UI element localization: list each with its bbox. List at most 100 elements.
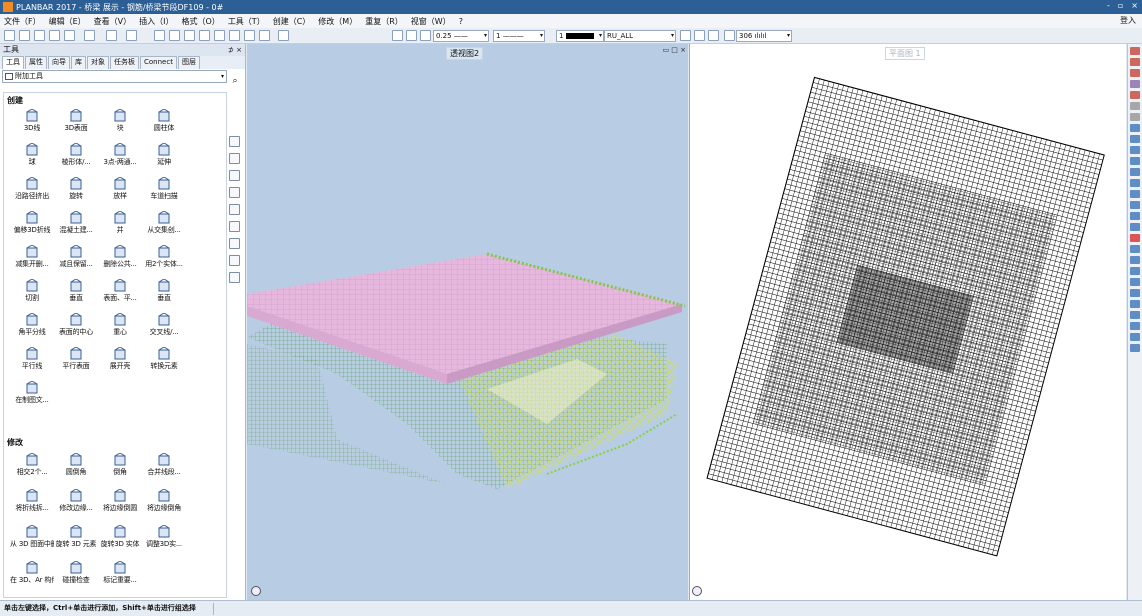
modify-tool-14[interactable]: 标记重要... [98,559,142,589]
right-tool-icon[interactable] [1130,91,1140,99]
create-tool-25[interactable]: 表面的中心 [54,311,98,341]
tab-tools[interactable]: 工具 [2,56,24,69]
tab-library[interactable]: 库 [71,56,86,69]
right-tool-icon[interactable] [1130,322,1140,330]
right-tool-icon[interactable] [1130,278,1140,286]
menu-format[interactable]: 格式（O） [178,16,224,27]
menu-file[interactable]: 文件（F） [0,16,45,27]
zoom-icon[interactable] [278,30,289,41]
layer-select[interactable]: RU_ALL ▾ [604,30,676,42]
right-tool-icon[interactable] [1130,223,1140,231]
tool-category-select[interactable]: 附加工具 ▾ [2,70,227,83]
layer-icon[interactable] [169,30,180,41]
right-tool-icon[interactable] [1130,234,1140,242]
navigation-sphere-icon[interactable] [251,586,261,596]
window-tool-icon[interactable] [229,30,240,41]
right-tool-icon[interactable] [1130,69,1140,77]
right-tool-icon[interactable] [1130,245,1140,253]
create-tool-17[interactable]: 减且保留... [54,243,98,273]
palette-tool-icon[interactable] [229,238,240,249]
modify-tool-13[interactable]: 碰撞检查 [54,559,98,589]
palette-tool-icon[interactable] [229,272,240,283]
create-tool-14[interactable]: 井 [98,209,142,239]
right-tool-icon[interactable] [1130,289,1140,297]
wall-icon[interactable] [184,30,195,41]
palette-tool-icon[interactable] [229,204,240,215]
modify-tool-2[interactable]: 倒角 [98,451,142,481]
tab-connect[interactable]: Connect [140,56,177,69]
modify-tool-7[interactable]: 将边缘倒角 [142,487,186,517]
preview-icon[interactable] [64,30,75,41]
create-tool-24[interactable]: 角平分线 [10,311,54,341]
create-tool-13[interactable]: 混凝土建... [54,209,98,239]
modify-tool-6[interactable]: 将边缘倒圆 [98,487,142,517]
menu-window[interactable]: 视窗（W） [407,16,455,27]
create-tool-1[interactable]: 3D表面 [54,107,98,137]
object-tool-icon[interactable] [244,30,255,41]
menu-tools[interactable]: 工具（T） [224,16,269,27]
create-tool-10[interactable]: 放样 [98,175,142,205]
create-tool-18[interactable]: 删除公共... [98,243,142,273]
palette-tool-icon[interactable] [229,153,240,164]
modify-tool-10[interactable]: 旋转3D 实体 [98,523,142,553]
modify-tool-4[interactable]: 将折线拆... [10,487,54,517]
snap-grid-icon[interactable] [154,30,165,41]
modify-tool-0[interactable]: 相交2个... [10,451,54,481]
minimize-button[interactable]: - [1107,1,1110,10]
palette-tool-icon[interactable] [229,187,240,198]
scale-select[interactable]: 306 ılılıl ▾ [736,30,792,42]
create-tool-19[interactable]: 用2个实体... [142,243,186,273]
maximize-button[interactable]: ▫ [1118,1,1123,10]
right-tool-icon[interactable] [1130,300,1140,308]
print-icon[interactable] [49,30,60,41]
create-tool-26[interactable]: 重心 [98,311,142,341]
right-tool-icon[interactable] [1130,102,1140,110]
right-tool-icon[interactable] [1130,157,1140,165]
tab-wizard[interactable]: 向导 [48,56,70,69]
create-tool-22[interactable]: 表面、平... [98,277,142,307]
right-tool-icon[interactable] [1130,113,1140,121]
modify-tool-9[interactable]: 旋转 3D 元素 [54,523,98,553]
modify-tool-8[interactable]: 从 3D 图面中删... [10,523,54,553]
brush-icon[interactable] [420,30,431,41]
redo-icon[interactable] [126,30,137,41]
tab-properties[interactable]: 属性 [25,56,47,69]
save-icon[interactable] [34,30,45,41]
menu-edit[interactable]: 编辑（E） [45,16,90,27]
right-tool-icon[interactable] [1130,256,1140,264]
modify-tool-1[interactable]: 圆倒角 [54,451,98,481]
create-tool-23[interactable]: 垂直 [142,277,186,307]
menu-insert[interactable]: 插入（I） [135,16,177,27]
right-tool-icon[interactable] [1130,58,1140,66]
create-tool-9[interactable]: 旋转 [54,175,98,205]
perspective-viewport[interactable]: 透视图2 ▭ □ × [247,44,688,600]
pen-thickness-select[interactable]: 0.25 —— ▾ [433,30,489,42]
modify-tool-3[interactable]: 合并线段... [142,451,186,481]
right-tool-icon[interactable] [1130,179,1140,187]
menu-create[interactable]: 创建（C） [269,16,315,27]
close-button[interactable]: × [1131,1,1138,10]
create-tool-12[interactable]: 偏移3D折线 [10,209,54,239]
right-tool-icon[interactable] [1130,333,1140,341]
create-tool-16[interactable]: 减集开删... [10,243,54,273]
plan-viewport[interactable]: 平面图 1 [689,44,1126,600]
modify-tool-5[interactable]: 修改边缘... [54,487,98,517]
create-tool-31[interactable]: 转换元素 [142,345,186,375]
create-tool-3[interactable]: 圆柱体 [142,107,186,137]
create-tool-28[interactable]: 平行线 [10,345,54,375]
right-tool-icon[interactable] [1130,124,1140,132]
create-tool-7[interactable]: 延伸 [142,141,186,171]
undo-icon[interactable] [106,30,117,41]
palette-tool-icon[interactable] [229,136,240,147]
create-tool-21[interactable]: 垂直 [54,277,98,307]
line-icon[interactable] [406,30,417,41]
menu-modify[interactable]: 修改（M） [314,16,361,27]
create-tool-4[interactable]: 球 [10,141,54,171]
right-tool-icon[interactable] [1130,47,1140,55]
right-tool-icon[interactable] [1130,201,1140,209]
create-tool-2[interactable]: 块 [98,107,142,137]
create-tool-8[interactable]: 沿路径挤出 [10,175,54,205]
pen-icon[interactable] [392,30,403,41]
create-tool-30[interactable]: 展开壳 [98,345,142,375]
create-tool-6[interactable]: 3点-两通... [98,141,142,171]
